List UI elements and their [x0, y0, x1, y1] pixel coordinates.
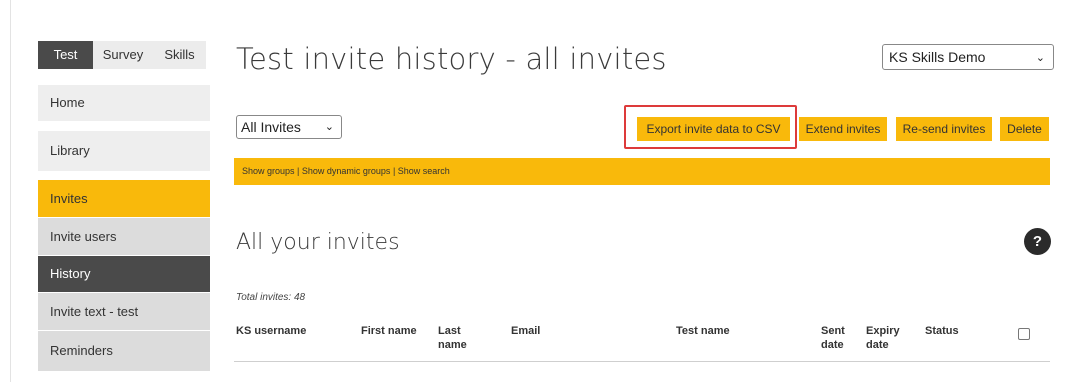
tab-skills[interactable]: Skills — [153, 41, 206, 69]
link-separator: | — [294, 166, 302, 176]
page-title: Test invite history - all invites — [236, 42, 667, 76]
resend-invites-button[interactable]: Re-send invites — [896, 117, 992, 141]
sidebar-item-history[interactable]: History — [38, 256, 210, 292]
tab-test[interactable]: Test — [38, 41, 93, 69]
help-icon[interactable]: ? — [1024, 228, 1051, 255]
organization-select[interactable]: KS Skills Demo ⌄ — [882, 44, 1054, 70]
column-header-test-name[interactable]: Test name — [676, 324, 730, 338]
sidebar-item-invites[interactable]: Invites — [38, 180, 210, 217]
sidebar-item-library[interactable]: Library — [38, 131, 210, 171]
column-header-first-name[interactable]: First name — [361, 324, 417, 338]
show-groups-link[interactable]: Show groups — [242, 166, 295, 176]
chevron-down-icon: ⌄ — [324, 121, 334, 133]
section-title: All your invites — [236, 230, 400, 255]
chevron-down-icon: ⌄ — [1035, 52, 1045, 64]
table-header-divider — [234, 361, 1050, 362]
show-dynamic-groups-link[interactable]: Show dynamic groups — [302, 166, 391, 176]
product-tabs: Test Survey Skills — [38, 41, 206, 69]
column-header-status[interactable]: Status — [925, 324, 959, 338]
invite-filter-select[interactable]: All Invites ⌄ — [236, 115, 342, 139]
filter-links-bar: Show groups | Show dynamic groups | Show… — [234, 158, 1050, 185]
column-header-last-name[interactable]: Last name — [438, 324, 468, 352]
select-all-checkbox[interactable] — [1018, 328, 1030, 340]
delete-button[interactable]: Delete — [1000, 117, 1049, 141]
column-header-expiry-date[interactable]: Expiry date — [866, 324, 902, 352]
tab-survey[interactable]: Survey — [93, 41, 153, 69]
show-search-link[interactable]: Show search — [398, 166, 450, 176]
sidebar-item-reminders[interactable]: Reminders — [38, 331, 210, 371]
column-header-sent-date[interactable]: Sent date — [821, 324, 851, 352]
sidebar-item-home[interactable]: Home — [38, 85, 210, 121]
column-header-email[interactable]: Email — [511, 324, 540, 338]
organization-select-value: KS Skills Demo — [889, 49, 986, 65]
sidebar-item-invite-text-test[interactable]: Invite text - test — [38, 293, 210, 330]
column-header-ks-username[interactable]: KS username — [236, 324, 306, 338]
left-divider — [10, 0, 11, 382]
total-invites-count: Total invites: 48 — [236, 292, 306, 303]
link-separator: | — [390, 166, 398, 176]
invite-filter-value: All Invites — [241, 119, 301, 135]
extend-invites-button[interactable]: Extend invites — [799, 117, 887, 141]
export-highlight-box — [624, 105, 797, 149]
sidebar-item-invite-users[interactable]: Invite users — [38, 218, 210, 255]
